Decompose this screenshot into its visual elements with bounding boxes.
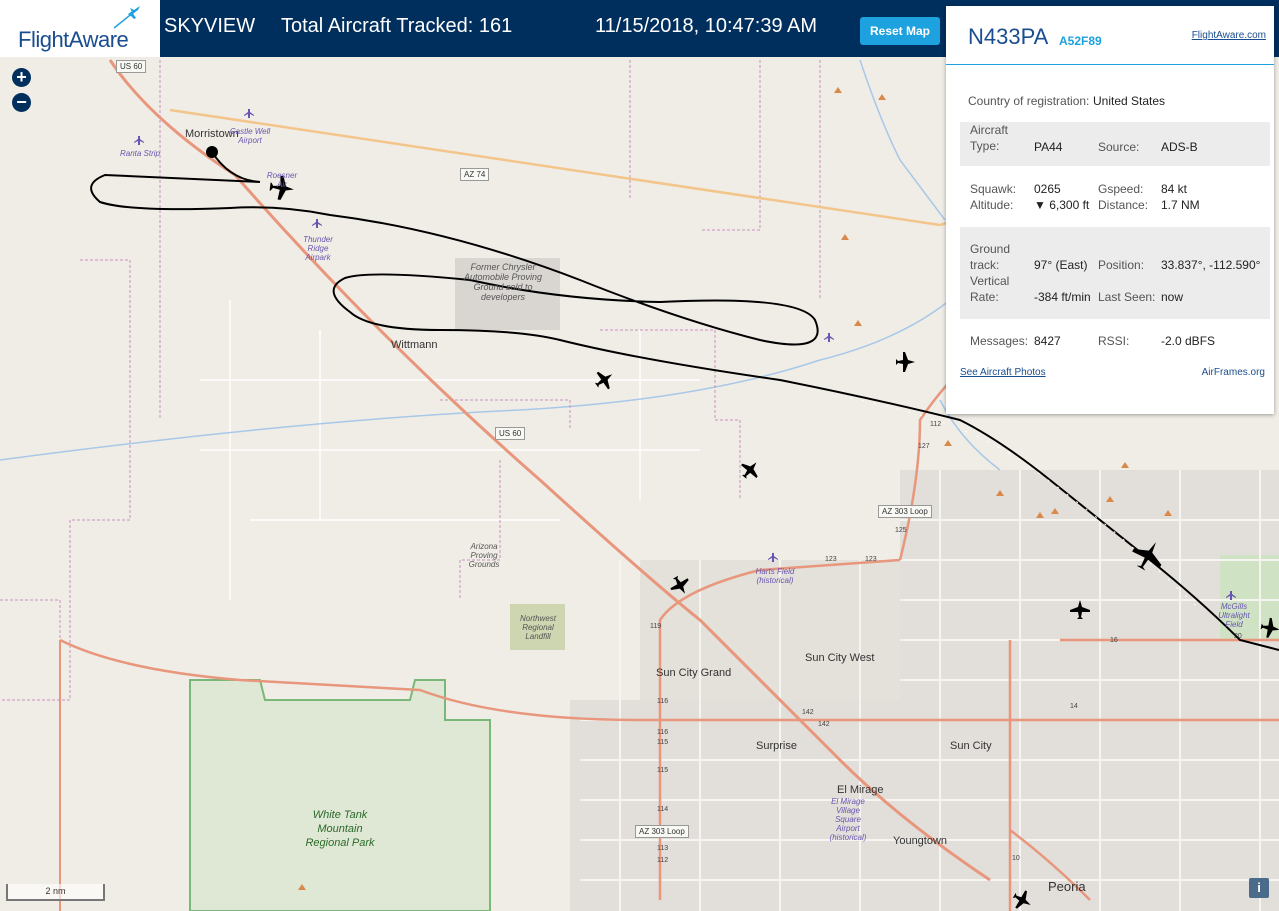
gspeed-label: Gspeed: <box>1098 182 1144 196</box>
town-label: Sun City <box>950 740 992 752</box>
airport-label: Thunder Ridge Airpark <box>303 235 333 262</box>
aircraft-count: Total Aircraft Tracked: 161 <box>281 15 513 37</box>
zoom-in-button[interactable]: + <box>12 68 31 87</box>
logo-text: FlightAware <box>18 27 129 52</box>
road-number: 127 <box>918 443 930 450</box>
route-shield: US 60 <box>495 427 526 440</box>
track-label: Ground track: <box>970 242 1011 272</box>
road-number: 112 <box>657 857 669 864</box>
vrate-label: Vertical Rate: <box>970 274 1010 304</box>
park-label: White Tank Mountain Regional Park <box>305 809 375 849</box>
airport-label: Harts Field (historical) <box>755 567 795 585</box>
town-label: Sun City West <box>805 652 875 664</box>
plane-logo-icon <box>113 6 140 29</box>
country-value: United States <box>1093 94 1166 108</box>
airport-label: Ranta Strip <box>119 149 161 158</box>
messages-label: Messages: <box>970 334 1029 348</box>
zoom-out-button[interactable]: − <box>12 93 31 112</box>
squawk-label: Squawk: <box>970 182 1017 196</box>
route-shield: AZ 303 Loop <box>878 505 932 518</box>
country-label: Country of registration: <box>968 94 1090 108</box>
aircraft-info-panel: N433PA A52F89 FlightAware.com Country of… <box>946 6 1274 414</box>
distance-label: Distance: <box>1098 198 1149 212</box>
track-value: 97° (East) <box>1034 258 1088 272</box>
route-shield: US 60 <box>116 60 147 73</box>
town-label: El Mirage <box>837 784 884 796</box>
app-name: SKYVIEW <box>164 15 256 37</box>
town-label: Youngtown <box>893 835 948 847</box>
messages-value: 8427 <box>1034 334 1061 348</box>
road-number: 116 <box>657 729 669 736</box>
road-number: 115 <box>657 739 669 746</box>
source-value: ADS-B <box>1161 140 1198 154</box>
airport-label: Roesner Air <box>266 171 298 189</box>
reset-map-button[interactable]: Reset Map <box>860 17 940 45</box>
town-label: Peoria <box>1048 879 1086 894</box>
road-number: 142 <box>818 721 830 728</box>
panel-divider <box>946 64 1274 65</box>
position-label: Position: <box>1098 258 1145 272</box>
airport-label: McGills Ultralight Field <box>1218 602 1250 629</box>
town-label: Surprise <box>756 740 797 752</box>
road-number: 112 <box>930 421 942 428</box>
airframes-link[interactable]: AirFrames.org <box>1202 367 1265 378</box>
altitude-label: Altitude: <box>970 198 1014 212</box>
aircraft-photos-link[interactable]: See Aircraft Photos <box>960 367 1046 378</box>
road-number: 113 <box>657 845 669 852</box>
timestamp: 11/15/2018, 10:47:39 AM <box>595 15 818 37</box>
type-label: Aircraft Type: <box>970 123 1009 153</box>
route-shield: AZ 74 <box>460 168 490 181</box>
aircraft-hex: A52F89 <box>1059 34 1102 48</box>
lastseen-value: now <box>1161 290 1184 304</box>
type-value: PA44 <box>1034 140 1063 154</box>
lastseen-label: Last Seen: <box>1098 290 1156 304</box>
flightaware-logo[interactable]: FlightAware <box>0 0 160 57</box>
info-icon[interactable]: i <box>1249 878 1269 898</box>
airport-label: Castle Well Airport <box>229 127 271 145</box>
map-scale: 2 nm <box>6 884 105 901</box>
vrate-value: -384 ft/min <box>1034 290 1091 304</box>
rssi-label: RSSI: <box>1098 334 1130 348</box>
road-number: 142 <box>802 709 814 716</box>
road-number: 16 <box>1110 637 1118 644</box>
squawk-value: 0265 <box>1034 182 1061 196</box>
position-value: 33.837°, -112.590° <box>1161 258 1261 272</box>
aircraft-registration: N433PA <box>968 24 1049 49</box>
road-number: 114 <box>657 806 669 813</box>
town-label: Sun City Grand <box>656 667 732 679</box>
route-shield: AZ 303 Loop <box>635 825 689 838</box>
source-label: Source: <box>1098 140 1140 154</box>
road-number: 119 <box>650 623 662 630</box>
area-label: Northwest Regional Landfill <box>519 614 556 641</box>
flightaware-link[interactable]: FlightAware.com <box>1192 30 1266 41</box>
town-label: Wittmann <box>391 339 438 351</box>
area-label: Former Chrysler Automobile Proving Groun… <box>463 262 543 302</box>
airport-label: El Mirage Village Square Airport (histor… <box>829 797 867 842</box>
altitude-value: ▼ 6,300 ft <box>1034 198 1090 212</box>
area-label: Arizona Proving Grounds <box>468 542 500 569</box>
distance-value: 1.7 NM <box>1161 198 1200 212</box>
road-number: 10 <box>1012 855 1020 862</box>
rssi-value: -2.0 dBFS <box>1161 334 1216 348</box>
road-number: 123 <box>865 556 877 563</box>
road-number: 116 <box>657 698 669 705</box>
gspeed-value: 84 kt <box>1161 182 1188 196</box>
road-number: 20 <box>1234 633 1242 640</box>
road-number: 125 <box>895 527 907 534</box>
road-number: 123 <box>825 556 837 563</box>
road-number: 14 <box>1070 703 1078 710</box>
road-number: 115 <box>657 767 669 774</box>
